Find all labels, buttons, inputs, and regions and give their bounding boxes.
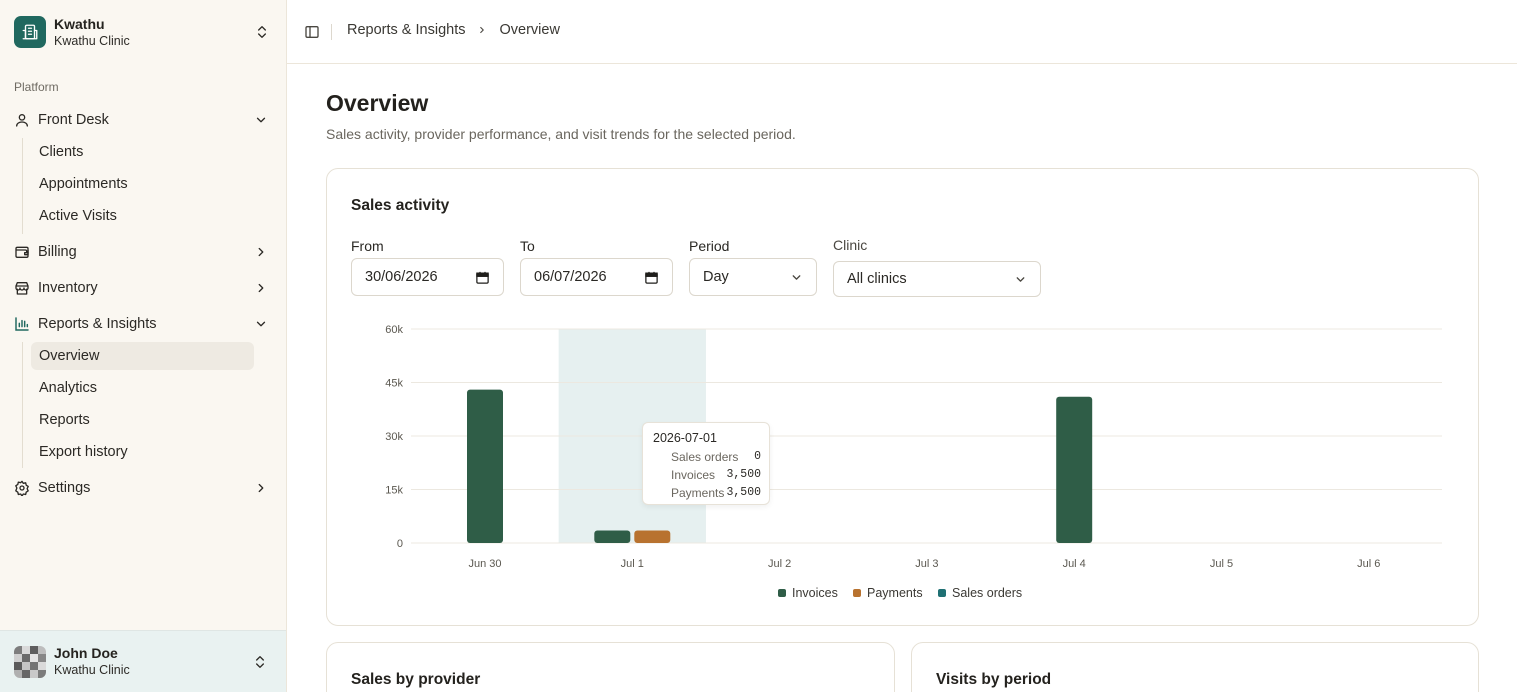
- nav-reports-insights[interactable]: Reports & Insights: [14, 311, 272, 337]
- legend-label: Invoices: [792, 586, 838, 600]
- sidebar: Kwathu Kwathu Clinic Platform Front Desk…: [0, 0, 287, 692]
- nav-inventory-label: Inventory: [38, 280, 98, 296]
- legend-invoices[interactable]: Invoices: [778, 586, 838, 600]
- org-switcher[interactable]: Kwathu Kwathu Clinic: [14, 14, 270, 50]
- nav-item-export-history[interactable]: Export history: [31, 438, 254, 466]
- chevron-down-icon: [256, 321, 266, 327]
- nav-billing[interactable]: Billing: [14, 239, 272, 265]
- period-value: Day: [703, 269, 729, 285]
- nav-item-analytics[interactable]: Analytics: [31, 374, 254, 402]
- tooltip-label: Payments: [671, 486, 725, 500]
- legend-sales-orders[interactable]: Sales orders: [938, 586, 1022, 600]
- bar-chart-icon: [14, 316, 30, 332]
- chevron-right-icon: [480, 26, 485, 34]
- nav-item-clients[interactable]: Clients: [31, 138, 254, 166]
- chevron-down-icon: [792, 275, 801, 280]
- user-clinic: Kwathu Clinic: [54, 663, 130, 677]
- tooltip-value: 0: [754, 450, 761, 463]
- breadcrumb: Reports & Insights Overview: [347, 22, 560, 38]
- nav-item-active-visits[interactable]: Active Visits: [31, 202, 254, 230]
- avatar: [14, 645, 46, 678]
- breadcrumb-parent[interactable]: Reports & Insights: [347, 22, 465, 38]
- gear-icon: [14, 480, 30, 496]
- tooltip-row-sales-orders: Sales orders 0: [671, 450, 761, 464]
- page-subtitle: Sales activity, provider performance, an…: [326, 126, 796, 142]
- clinic-select[interactable]: All clinics: [833, 261, 1041, 297]
- nav-front-desk-label: Front Desk: [38, 112, 109, 128]
- from-date-input[interactable]: 30/06/2026: [351, 258, 504, 296]
- tooltip-label: Invoices: [671, 468, 716, 482]
- chevrons-up-down-icon: [256, 655, 264, 668]
- chevron-right-icon: [258, 247, 264, 257]
- chart-tooltip: 2026-07-01 Sales orders 0 Invoices 3,500…: [642, 422, 770, 505]
- sales-activity-title: Sales activity: [351, 197, 450, 214]
- legend-payments[interactable]: Payments: [853, 586, 923, 600]
- header-divider: [331, 24, 332, 40]
- nav-subtree-rail: [22, 138, 23, 234]
- breadcrumb-current: Overview: [499, 22, 560, 38]
- chevron-right-icon: [258, 283, 264, 293]
- nav-billing-label: Billing: [38, 244, 77, 260]
- user-menu[interactable]: John Doe Kwathu Clinic: [0, 630, 286, 692]
- chevron-down-icon: [256, 117, 266, 123]
- wallet-icon: [14, 244, 30, 260]
- legend-label: Sales orders: [952, 586, 1023, 600]
- clinic-logo-icon: [14, 16, 46, 48]
- legend-swatch: [778, 589, 786, 597]
- from-date-value: 30/06/2026: [365, 269, 438, 285]
- visits-by-period-card: Visits by period: [911, 642, 1479, 692]
- legend-swatch: [853, 589, 861, 597]
- tooltip-date: 2026-07-01: [653, 431, 717, 445]
- calendar-icon[interactable]: [644, 270, 659, 285]
- legend-swatch: [938, 589, 946, 597]
- nav-reports-label: Reports & Insights: [38, 316, 157, 332]
- store-icon: [14, 280, 30, 296]
- tooltip-row-payments: Payments 3,500: [671, 486, 761, 500]
- clinic-value: All clinics: [847, 271, 907, 287]
- user-icon: [14, 112, 30, 128]
- top-bar: Reports & Insights Overview: [287, 0, 1517, 64]
- org-clinic: Kwathu Clinic: [54, 33, 130, 48]
- calendar-icon[interactable]: [475, 270, 490, 285]
- clinic-label: Clinic: [833, 237, 868, 253]
- to-date-value: 06/07/2026: [534, 269, 607, 285]
- nav-group-label: Platform: [14, 80, 59, 94]
- visits-by-period-title: Visits by period: [936, 671, 1052, 688]
- tooltip-value: 3,500: [726, 486, 761, 499]
- nav-settings-label: Settings: [38, 480, 91, 496]
- nav-subtree-rail: [22, 342, 23, 468]
- tooltip-row-invoices: Invoices 3,500: [671, 468, 761, 482]
- user-name: John Doe: [54, 645, 118, 661]
- chevrons-up-down-icon: [258, 26, 266, 38]
- nav-item-appointments[interactable]: Appointments: [31, 170, 254, 198]
- sales-by-provider-title: Sales by provider: [351, 671, 481, 688]
- page-title: Overview: [326, 90, 429, 116]
- nav-item-reports[interactable]: Reports: [31, 406, 254, 434]
- sidebar-toggle-icon[interactable]: [304, 24, 320, 40]
- tooltip-value: 3,500: [726, 468, 761, 481]
- legend-label: Payments: [867, 586, 923, 600]
- tooltip-label: Sales orders: [671, 450, 739, 464]
- period-select[interactable]: Day: [689, 258, 817, 296]
- to-label: To: [520, 238, 535, 254]
- sales-activity-card: Sales activity From 30/06/2026 To 06/07/…: [326, 168, 1479, 626]
- org-name: Kwathu: [54, 15, 105, 32]
- to-date-input[interactable]: 06/07/2026: [520, 258, 673, 296]
- period-label: Period: [689, 238, 730, 254]
- nav-front-desk[interactable]: Front Desk: [14, 107, 272, 133]
- sales-by-provider-card: Sales by provider: [326, 642, 895, 692]
- nav-inventory[interactable]: Inventory: [14, 275, 272, 301]
- from-label: From: [351, 238, 384, 254]
- nav-settings[interactable]: Settings: [14, 475, 272, 501]
- nav-item-overview[interactable]: Overview: [31, 342, 254, 370]
- chevron-down-icon: [1016, 277, 1025, 282]
- chevron-right-icon: [258, 483, 264, 493]
